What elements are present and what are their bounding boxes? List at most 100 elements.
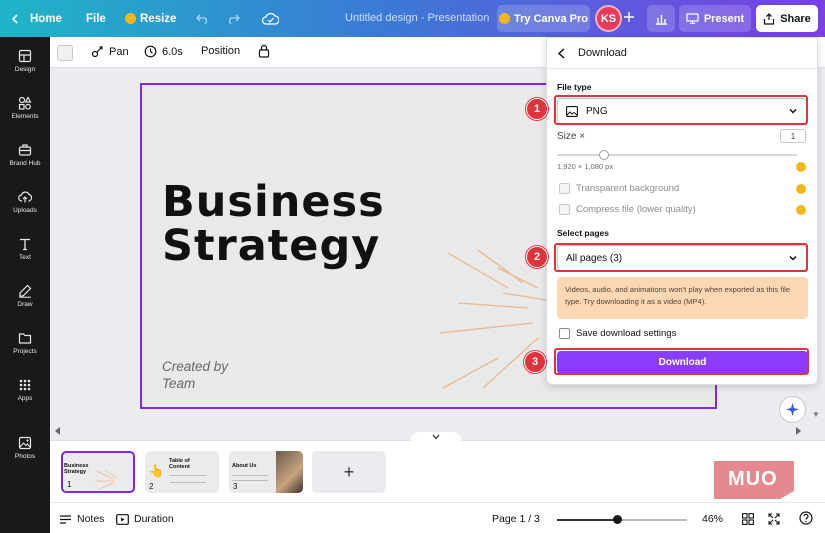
transparent-background-option[interactable]: Transparent background [559,183,679,194]
sidebar-item-text[interactable]: Text [0,226,50,272]
output-dimensions: 1,920 × 1,080 px [557,162,614,171]
try-canva-pro-button[interactable]: Try Canva Pro [497,5,590,32]
download-panel: Download File type PNG Size × 1 1,920 × … [546,37,818,385]
grid-view-button[interactable] [742,513,754,525]
redo-button[interactable] [226,0,240,37]
collapse-pages-button[interactable] [411,432,461,442]
sidebar-item-design[interactable]: Design [0,38,50,84]
cloud-upload-icon [18,191,32,203]
save-download-settings-option[interactable]: Save download settings [559,328,676,339]
crown-icon [125,13,136,24]
undo-button[interactable] [196,0,210,37]
step-badge: 3 [524,351,546,373]
crown-icon [796,162,806,172]
grid-view-icon [742,513,754,525]
transparent-background-checkbox[interactable] [559,183,570,194]
sidebar-item-label: Uploads [13,207,37,214]
highlight-download-button [554,348,809,375]
slide-subtitle[interactable]: Created by Team [162,358,228,392]
scroll-left-arrow-icon[interactable] [54,427,62,435]
sidebar-item-label: Photos [14,453,36,460]
magic-assistant-button[interactable] [779,396,806,423]
sidebar-item-label: Draw [17,301,33,308]
add-page-button[interactable]: + [312,451,386,493]
share-button[interactable]: Share [756,5,818,32]
avatar[interactable]: KS [595,5,622,32]
file-type-label: File type [557,82,592,92]
pointing-hand-icon: 👆 [149,464,164,478]
size-label: Size × [557,131,586,142]
lock-button[interactable] [258,44,270,58]
sidebar-item-draw[interactable]: Draw [0,273,50,319]
thumbnail-number: 2 [149,482,154,491]
undo-icon [196,14,207,24]
resize-label: Resize [140,12,177,25]
step-badge: 1 [526,98,548,120]
redo-icon [229,14,240,24]
briefcase-icon [18,144,32,156]
size-input[interactable]: 1 [780,129,806,143]
compress-file-checkbox[interactable] [559,204,570,215]
sidebar-item-photos[interactable]: Photos [0,425,50,471]
save-settings-checkbox[interactable] [559,328,570,339]
compress-file-option[interactable]: Compress file (lower quality) [559,204,696,215]
size-slider-handle[interactable] [599,150,609,160]
scroll-down-arrow[interactable]: ▼ [812,410,820,419]
chevron-down-icon [432,434,440,440]
background-color-swatch[interactable] [57,45,73,61]
scroll-right-arrow-icon[interactable] [794,427,802,435]
sidebar-item-projects[interactable]: Projects [0,320,50,366]
pan-button[interactable]: Pan [91,45,129,58]
document-title[interactable]: Untitled design - Presentation [345,12,489,24]
add-people-button[interactable] [624,8,634,27]
page-thumbnail[interactable]: Table of Content 👆 2 [145,451,219,493]
lock-icon [258,44,270,58]
select-pages-label: Select pages [557,228,609,238]
resize-button[interactable]: Resize [125,0,176,37]
fullscreen-button[interactable] [768,513,780,525]
slide-title[interactable]: Business Strategy [162,180,385,268]
file-menu-button[interactable]: File [86,0,106,37]
sidebar-item-apps[interactable]: Apps [0,367,50,413]
share-icon [764,12,775,25]
home-label: Home [30,12,62,25]
sidebar-item-brand-hub[interactable]: Brand Hub [0,132,50,178]
help-button[interactable] [799,511,813,525]
try-pro-label: Try Canva Pro [514,12,588,25]
insights-button[interactable] [647,5,675,32]
sidebar-item-label: Design [14,66,36,73]
back-arrow-icon[interactable] [557,47,566,59]
zoom-level[interactable]: 46% [702,513,723,525]
position-button[interactable]: Position [201,45,240,57]
duration-button[interactable]: Duration [116,513,174,525]
timing-button[interactable]: 6.0s [144,45,183,58]
page-thumbnail[interactable]: About Us 3 [229,451,303,493]
help-icon [799,511,813,525]
sidebar-item-elements[interactable]: Elements [0,85,50,131]
sparkle-icon [786,403,799,416]
footer-bar: Notes Duration Page 1 / 3 46% [50,502,825,533]
position-label: Position [201,45,241,57]
size-slider-track[interactable] [557,154,797,156]
cloud-check-icon [262,13,279,25]
page-indicator: Page 1 / 3 [492,513,540,525]
image-icon [18,436,32,450]
home-button[interactable]: Home [10,0,62,37]
present-button[interactable]: Present [679,5,751,32]
page-thumbnail[interactable]: Business Strategy 1 [61,451,135,493]
bar-chart-icon [655,14,667,25]
zoom-slider-handle[interactable] [613,515,622,524]
compress-file-label: Compress file (lower quality) [576,204,696,215]
thumbnail-title: Table of Content [169,458,190,470]
thumbnail-text-lines [232,475,268,481]
save-settings-label: Save download settings [576,328,677,339]
save-status-button[interactable] [262,0,279,37]
thumbnail-title: About Us [232,463,257,469]
crown-icon [796,184,806,194]
notes-label: Notes [77,513,105,525]
slide-title-line: Strategy [162,221,381,271]
notes-button[interactable]: Notes [59,513,104,525]
thumbnail-number: 3 [233,482,238,491]
sidebar-item-uploads[interactable]: Uploads [0,179,50,225]
sidebar-item-label: Projects [13,348,37,355]
